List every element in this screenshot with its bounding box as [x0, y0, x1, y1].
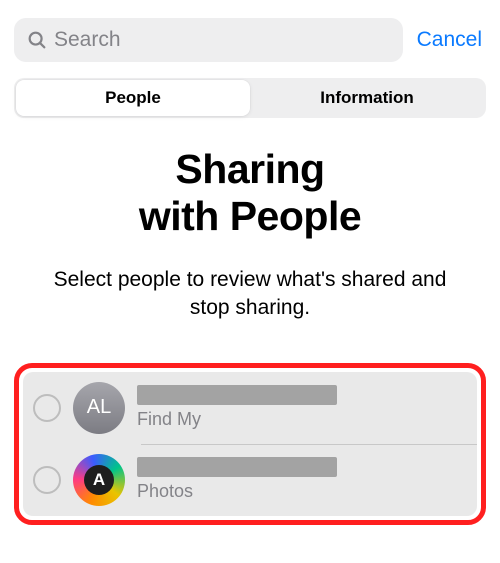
person-name-redacted	[137, 457, 337, 477]
search-input[interactable]	[54, 28, 391, 52]
search-icon	[26, 29, 48, 51]
avatar: A	[73, 454, 125, 506]
list-item[interactable]: A Photos	[23, 444, 477, 516]
people-list: AL Find My A Photos	[23, 372, 477, 516]
person-name-redacted	[137, 385, 337, 405]
app-label: Find My	[137, 409, 463, 430]
title-line2: with People	[139, 193, 361, 239]
avatar-initial: A	[84, 465, 114, 495]
app-label: Photos	[137, 481, 463, 502]
list-item[interactable]: AL Find My	[23, 372, 477, 444]
select-radio[interactable]	[33, 394, 61, 422]
page-subtitle: Select people to review what's shared an…	[0, 248, 500, 321]
search-box[interactable]	[14, 18, 403, 62]
tab-people[interactable]: People	[16, 80, 250, 116]
tab-information[interactable]: Information	[250, 80, 484, 116]
segment-control: People Information	[14, 78, 486, 118]
page-title: Sharing with People	[0, 128, 500, 248]
avatar: AL	[73, 382, 125, 434]
cancel-button[interactable]: Cancel	[413, 28, 486, 52]
title-line1: Sharing	[175, 146, 324, 192]
select-radio[interactable]	[33, 466, 61, 494]
highlight-frame: AL Find My A Photos	[14, 363, 486, 525]
